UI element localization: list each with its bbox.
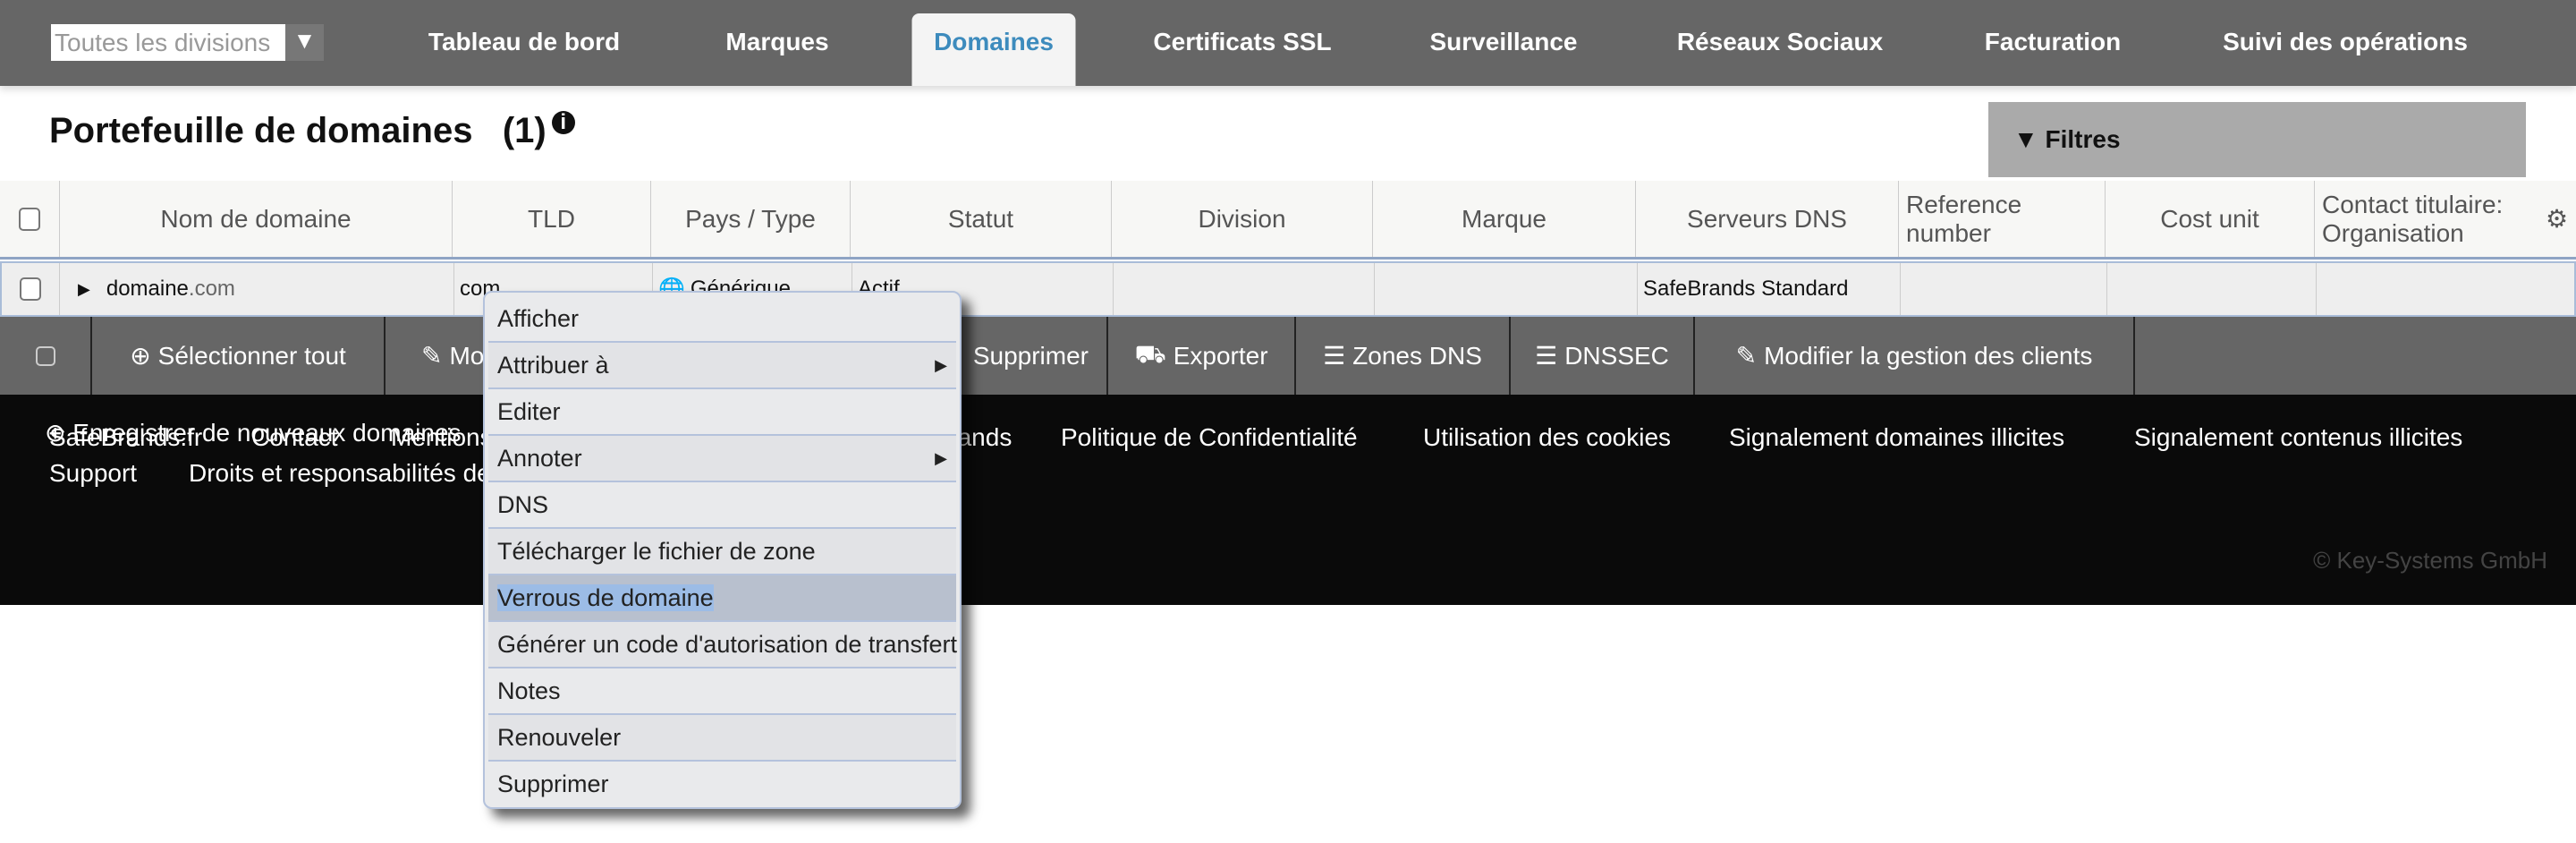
select-all-checkbox[interactable] [19, 207, 40, 231]
domain-ext: .com [188, 277, 235, 301]
menu-item-auth-code[interactable]: Générer un code d'autorisation de transf… [488, 622, 957, 668]
menu-label: Générer un code d'autorisation de transf… [497, 631, 957, 658]
cost-cell [2106, 263, 2316, 315]
export-button[interactable]: ⛟ Exporter [1108, 317, 1296, 395]
tab-reseaux-sociaux[interactable]: Réseaux Sociaux [1656, 13, 1904, 86]
tab-tableau-de-bord[interactable]: Tableau de bord [407, 13, 641, 86]
menu-label: Notes [497, 677, 561, 704]
tab-marques[interactable]: Marques [704, 13, 850, 86]
footer-link[interactable]: Signalement domaines illicites [1729, 423, 2064, 452]
row-checkbox[interactable] [20, 277, 41, 301]
col-contact-org[interactable]: Contact titulaire: Organisation [2314, 181, 2538, 257]
copyright: © Key-Systems GmbH [2313, 547, 2547, 574]
col-cost-unit[interactable]: Cost unit [2105, 181, 2314, 257]
expand-icon[interactable]: ▶ [78, 280, 90, 299]
domain-count: (1) [502, 111, 547, 150]
domain-cell[interactable]: ▶ domaine .com [59, 263, 453, 315]
col-tld[interactable]: TLD [452, 181, 650, 257]
submenu-arrow-icon: ▶ [935, 356, 947, 374]
dns-zones-label: Zones DNS [1352, 341, 1482, 370]
footer-link[interactable]: Utilisation des cookies [1423, 423, 1671, 452]
menu-item-afficher[interactable]: Afficher [488, 296, 956, 343]
col-country-type[interactable]: Pays / Type [650, 181, 850, 257]
tab-surveillance[interactable]: Surveillance [1409, 13, 1599, 86]
footer-link[interactable]: Support [49, 459, 137, 488]
dnssec-label: DNSSEC [1564, 341, 1669, 370]
table-header: Nom de domaine TLD Pays / Type Statut Di… [0, 181, 2576, 260]
menu-item-domain-locks[interactable]: Verrous de domaine [488, 575, 956, 622]
col-status[interactable]: Statut [850, 181, 1111, 257]
menu-label: Renouveler [497, 724, 622, 751]
footer-link[interactable]: SafeBrands.fr [49, 423, 202, 452]
list-icon: ☰ [1535, 342, 1558, 370]
gear-icon[interactable]: ⚙ [2538, 181, 2576, 257]
select-all-label: Sélectionner tout [157, 341, 346, 370]
menu-label: Annoter [497, 445, 582, 472]
row-checkbox-cell [2, 263, 59, 315]
select-all-checkbox-cell [0, 181, 59, 257]
footer: ⊕ Enregistrer de nouveaux domaines SafeB… [0, 395, 2576, 605]
filters-label: Filtres [2045, 125, 2121, 153]
footer-link[interactable]: Signalement contenus illicites [2134, 423, 2462, 452]
filters-panel[interactable]: ▼ Filtres [1988, 102, 2526, 177]
reference-cell [1900, 263, 2106, 315]
context-menu: Afficher Attribuer à ▶ Editer Annoter ▶ DN… [483, 291, 962, 809]
info-icon[interactable]: i [551, 111, 575, 134]
bulk-checkbox-button[interactable] [0, 317, 92, 395]
list-icon: ☰ [1323, 342, 1346, 370]
menu-item-delete[interactable]: Supprimer [488, 762, 956, 808]
domain-name: domaine [106, 277, 189, 301]
menu-label: Supprimer [497, 771, 609, 797]
select-all-button[interactable]: ⊕ Sélectionner tout [92, 317, 386, 395]
action-bar: ⊕Sélectionner tout ✎Modifier Supprimer ⛟… [0, 317, 2576, 395]
menu-label: Afficher [497, 305, 580, 332]
brand-cell [1374, 263, 1637, 315]
menu-item-notes[interactable]: Notes [488, 668, 956, 715]
menu-item-annoter[interactable]: Annoter ▶ [488, 436, 956, 482]
footer-link[interactable]: Contact [251, 423, 338, 452]
title-text: Portefeuille de domaines [49, 111, 473, 150]
tab-domaines[interactable]: Domaines [911, 13, 1076, 86]
submenu-arrow-icon: ▶ [935, 449, 947, 467]
export-label: Exporter [1173, 341, 1268, 370]
menu-label: DNS [497, 491, 549, 518]
tab-certificats-ssl[interactable]: Certificats SSL [1131, 13, 1352, 86]
footer-link[interactable]: Politique de Confidentialité [1061, 423, 1358, 452]
client-management-button[interactable]: ✎ Modifier la gestion des clients [1695, 317, 2135, 395]
truck-icon: ⛟ [1134, 339, 1166, 368]
menu-label: Verrous de domaine [497, 584, 714, 611]
menu-item-renew[interactable]: Renouveler [488, 715, 956, 762]
menu-label: Télécharger le fichier de zone [497, 538, 816, 565]
pencil-icon: ✎ [1735, 342, 1758, 370]
client-management-label: Modifier la gestion des clients [1764, 341, 2093, 370]
col-division[interactable]: Division [1111, 181, 1372, 257]
menu-label: Editer [497, 398, 561, 425]
plus-circle-icon: ⊕ [130, 342, 151, 370]
dns-zones-button[interactable]: ☰ Zones DNS [1296, 317, 1511, 395]
division-select[interactable]: Toutes les divisions ▼ [51, 24, 324, 61]
chevron-down-icon: ▼ [285, 24, 324, 61]
dns-cell: SafeBrands Standard [1637, 263, 1900, 315]
col-reference[interactable]: Reference number [1898, 181, 2105, 257]
menu-item-editer[interactable]: Editer [488, 389, 956, 436]
division-select-value: Toutes les divisions [51, 24, 285, 61]
col-dns-servers[interactable]: Serveurs DNS [1635, 181, 1898, 257]
menu-label: Attribuer à [497, 352, 609, 379]
tab-facturation[interactable]: Facturation [1963, 13, 2142, 86]
pencil-icon: ✎ [421, 342, 443, 370]
top-nav: Toutes les divisions ▼ Tableau de bord Ma… [0, 0, 2576, 86]
delete-label: Supprimer [972, 341, 1089, 370]
col-domain-name[interactable]: Nom de domaine [59, 181, 452, 257]
menu-item-attribuer[interactable]: Attribuer à ▶ [488, 343, 956, 389]
dnssec-button[interactable]: ☰ DNSSEC [1511, 317, 1695, 395]
col-brand[interactable]: Marque [1372, 181, 1635, 257]
org-cell [2316, 263, 2576, 315]
page-title: Portefeuille de domaines (1) i [49, 111, 575, 151]
menu-item-dns[interactable]: DNS [488, 482, 956, 529]
bulk-checkbox[interactable] [35, 345, 55, 366]
tab-suivi-operations[interactable]: Suivi des opérations [2201, 13, 2489, 86]
table-row[interactable]: ▶ domaine .com com 🌐 Générique Actif SafeBr… [0, 261, 2576, 317]
division-cell [1113, 263, 1374, 315]
menu-item-download-zone[interactable]: Télécharger le fichier de zone [488, 529, 956, 575]
